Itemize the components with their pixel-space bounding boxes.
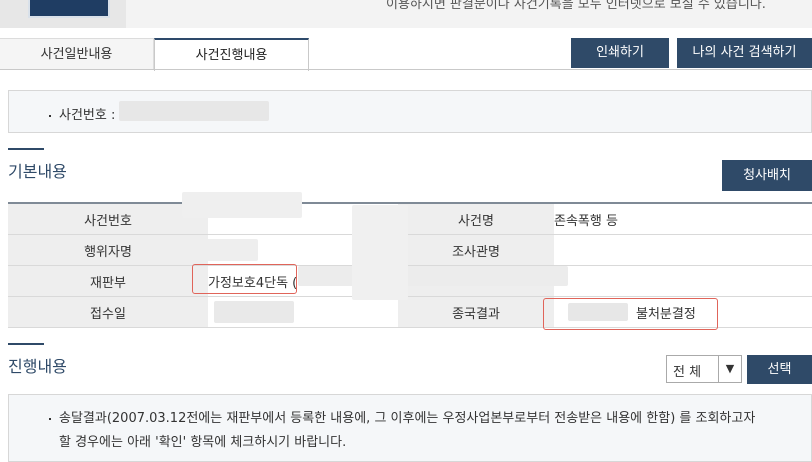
highlight-result-box — [543, 298, 718, 330]
table-header-cell: 사건명 — [398, 203, 554, 235]
redacted-column-block — [352, 205, 408, 300]
redacted-case-number — [119, 101, 269, 121]
banner-notice: 이용하시면 판결문이나 사건기록을 모두 인터넷으로 보실 수 있습니다. — [386, 0, 766, 12]
bullet-icon — [49, 417, 51, 420]
table-header-cell: 사건번호 — [8, 203, 208, 235]
table-header-cell: 재판부 — [8, 265, 208, 297]
table-value-cell — [554, 234, 812, 266]
table-row: 행위자명 조사관명 — [8, 234, 812, 266]
courtroom-layout-button[interactable]: 청사배치 — [722, 160, 812, 191]
top-banner: 이용하시면 판결문이나 사건기록을 모두 인터넷으로 보실 수 있습니다. — [0, 0, 812, 28]
case-number-label: 사건번호 : — [59, 108, 116, 123]
section-mark — [8, 343, 44, 345]
notice-line-1: 송달결과(2007.03.12전에는 재판부에서 등록한 내용에, 그 이후에는… — [49, 407, 755, 426]
table-value-cell: 존속폭행 등 — [554, 203, 812, 235]
notice-line-2: 할 경우에는 아래 '확인' 항목에 체크하시기 바랍니다. — [59, 435, 347, 450]
filter-selected-value: 전 체 — [673, 365, 702, 380]
redacted-value — [198, 239, 258, 261]
section-mark — [8, 148, 44, 150]
progress-filter-select[interactable]: 전 체 ▼ — [666, 355, 742, 383]
table-header-cell: 조사관명 — [398, 234, 554, 266]
print-button[interactable]: 인쇄하기 — [571, 38, 669, 68]
table-value-cell — [554, 265, 812, 297]
table-header-cell: 종국결과 — [398, 296, 554, 328]
tab-case-progress[interactable]: 사건진행내용 — [154, 38, 309, 71]
chevron-down-icon[interactable]: ▼ — [718, 356, 741, 382]
case-number-box: 사건번호 : — [8, 90, 812, 133]
basic-info-title: 기본내용 — [8, 162, 67, 181]
table-header-cell: 행위자명 — [8, 234, 208, 266]
tab-case-general[interactable]: 사건일반내용 — [0, 38, 154, 69]
table-value-cell — [208, 296, 398, 328]
my-case-search-button[interactable]: 나의 사건 검색하기 — [677, 38, 812, 68]
tab-divider — [0, 69, 812, 70]
table-header-cell: 접수일 — [8, 296, 208, 328]
redacted-value — [214, 301, 294, 323]
bullet-icon — [49, 114, 51, 117]
progress-title: 진행내용 — [8, 357, 67, 376]
delivery-notice-box: 송달결과(2007.03.12전에는 재판부에서 등록한 내용에, 그 이후에는… — [8, 394, 812, 462]
redacted-value — [182, 192, 302, 218]
redacted-court-detail — [298, 266, 568, 286]
case-number-row: 사건번호 : — [49, 104, 115, 123]
select-button[interactable]: 선택 — [747, 355, 812, 384]
table-row: 사건번호 사건명 존속폭행 등 — [8, 192, 812, 235]
site-logo — [28, 0, 110, 18]
